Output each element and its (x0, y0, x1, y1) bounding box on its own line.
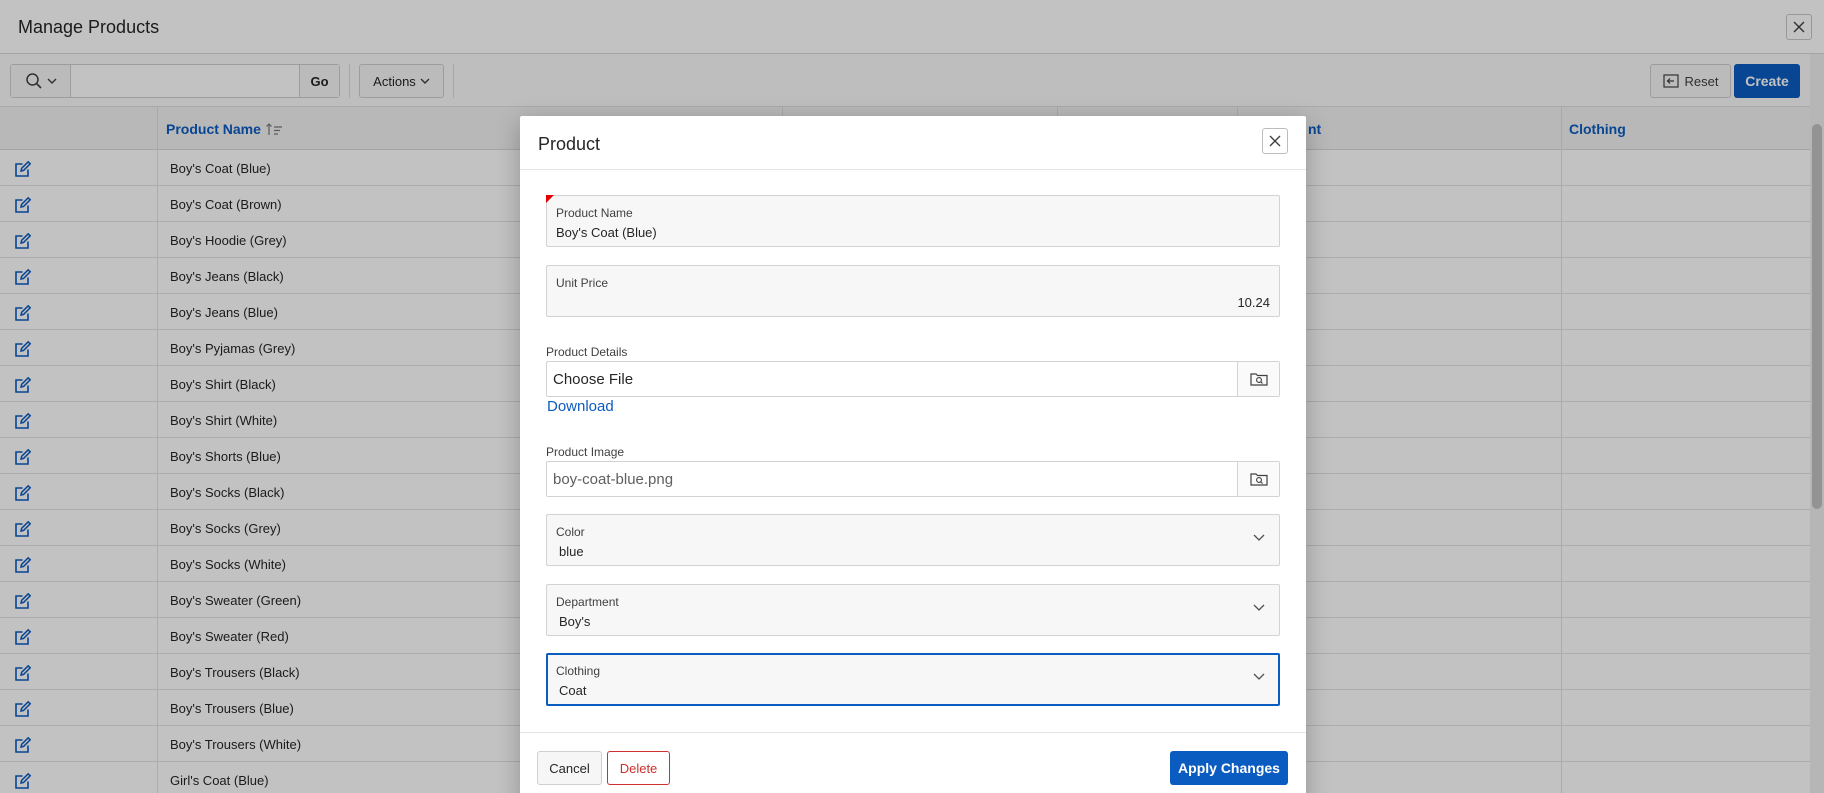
product-name-label: Product Name (556, 206, 633, 220)
color-select[interactable]: Color blue (546, 514, 1280, 566)
browse-button[interactable] (1237, 362, 1279, 396)
browse-button[interactable] (1237, 462, 1279, 496)
product-details-file-input[interactable]: Choose File (546, 361, 1280, 397)
choose-file-text: Choose File (553, 371, 634, 388)
unit-price-value: 10.24 (1237, 295, 1270, 310)
product-image-file-input[interactable]: boy-coat-blue.png (546, 461, 1280, 497)
color-value: blue (559, 544, 584, 559)
department-value: Boy's (559, 614, 591, 629)
product-dialog: Product Product Name Boy's Coat (Blue) U… (520, 116, 1306, 793)
product-details-label: Product Details (546, 345, 628, 359)
close-icon (1269, 135, 1281, 147)
dialog-header: Product (520, 116, 1306, 170)
apply-changes-button[interactable]: Apply Changes (1170, 751, 1288, 785)
color-label: Color (556, 525, 585, 539)
product-image-filename: boy-coat-blue.png (553, 471, 674, 488)
cancel-button[interactable]: Cancel (537, 751, 602, 785)
required-indicator (546, 195, 554, 203)
clothing-value: Coat (559, 683, 587, 698)
unit-price-label: Unit Price (556, 276, 609, 290)
unit-price-field[interactable]: Unit Price 10.24 (546, 265, 1280, 317)
product-image-label: Product Image (546, 445, 625, 459)
clothing-label: Clothing (556, 664, 601, 678)
chevron-down-icon (1253, 604, 1265, 611)
dialog-footer-divider (520, 732, 1306, 733)
dialog-close-button[interactable] (1262, 128, 1288, 154)
manage-products-page: Manage Products Go Actions Reset Create (0, 0, 1824, 793)
dialog-title: Product (538, 134, 601, 154)
product-name-value: Boy's Coat (Blue) (556, 225, 657, 240)
chevron-down-icon (1253, 534, 1265, 541)
clothing-select[interactable]: Clothing Coat (546, 653, 1280, 706)
delete-button[interactable]: Delete (607, 751, 670, 785)
department-select[interactable]: Department Boy's (546, 584, 1280, 636)
folder-browse-icon (1249, 473, 1268, 486)
download-link[interactable]: Download (547, 398, 614, 415)
chevron-down-icon (1253, 673, 1265, 680)
product-name-field[interactable]: Product Name Boy's Coat (Blue) (546, 195, 1280, 247)
folder-browse-icon (1249, 373, 1268, 386)
department-label: Department (556, 595, 619, 609)
